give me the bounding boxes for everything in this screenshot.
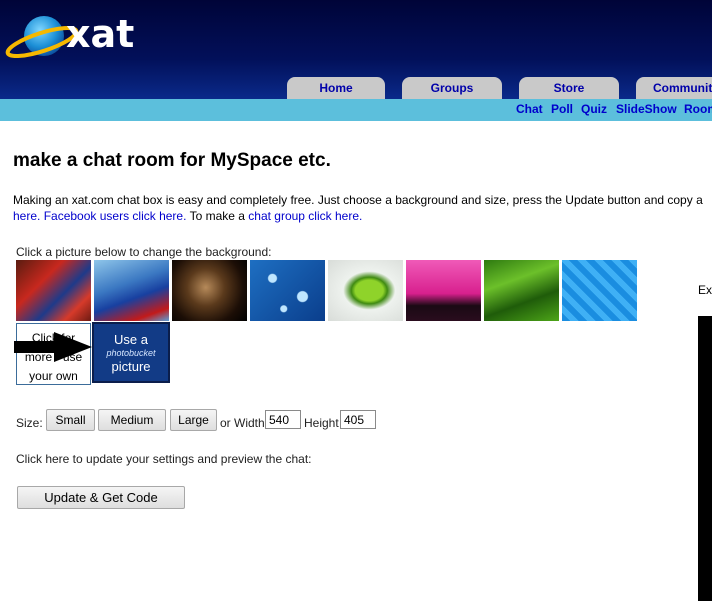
- photobucket-line-1: Use a: [114, 332, 148, 347]
- background-thumbnail-water-drops[interactable]: [250, 260, 325, 321]
- intro-text-2: To make a: [189, 209, 245, 223]
- background-thumbnail-spider-man[interactable]: [16, 260, 91, 321]
- background-prompt: Click a picture below to change the back…: [16, 245, 272, 259]
- background-thumbnail-movie-hero[interactable]: [172, 260, 247, 321]
- logo-text: xat: [66, 12, 135, 56]
- example-label: Ex: [698, 283, 712, 297]
- width-input[interactable]: [265, 410, 301, 429]
- tab-home[interactable]: Home: [287, 77, 385, 99]
- intro-text: Making an xat.com chat box is easy and c…: [13, 192, 712, 224]
- background-thumbnail-green-lime[interactable]: [328, 260, 403, 321]
- photobucket-button[interactable]: Use a photobucket picture: [92, 322, 170, 383]
- tab-community[interactable]: Communit: [636, 77, 712, 99]
- facebook-link[interactable]: Facebook users click here.: [44, 209, 187, 223]
- size-small-button[interactable]: Small: [46, 409, 95, 431]
- size-label: Size:: [16, 416, 43, 430]
- height-input[interactable]: [340, 410, 376, 429]
- tab-groups[interactable]: Groups: [402, 77, 502, 99]
- background-thumbnail-superman[interactable]: [94, 260, 169, 321]
- sub-navigation: Chat Poll Quiz SlideShow Room: [0, 99, 712, 121]
- subnav-room[interactable]: Room: [684, 102, 712, 116]
- tab-store[interactable]: Store: [519, 77, 619, 99]
- background-thumbnail-concert-crowd[interactable]: [406, 260, 481, 321]
- header-banner: xat Home Groups Store Communit: [0, 0, 712, 99]
- or-width-label: or Width: [220, 416, 265, 430]
- page-title: make a chat room for MySpace etc.: [13, 150, 331, 171]
- chat-preview-box: [698, 316, 712, 601]
- intro-line-2: here. Facebook users click here. To make…: [13, 208, 712, 224]
- subnav-slideshow[interactable]: SlideShow: [616, 102, 677, 116]
- here-link[interactable]: here.: [13, 209, 40, 223]
- size-medium-button[interactable]: Medium: [98, 409, 166, 431]
- background-thumbnail-green-grass[interactable]: [484, 260, 559, 321]
- own-button-line-3: your own: [29, 369, 78, 383]
- subnav-poll[interactable]: Poll: [551, 102, 573, 116]
- background-thumbnail-blue-water[interactable]: [562, 260, 637, 321]
- arrow-right-icon: [14, 332, 92, 362]
- photobucket-line-3: picture: [111, 359, 151, 374]
- subnav-quiz[interactable]: Quiz: [581, 102, 607, 116]
- subnav-chat[interactable]: Chat: [516, 102, 543, 116]
- height-label: Height: [304, 416, 339, 430]
- size-large-button[interactable]: Large: [170, 409, 217, 431]
- update-get-code-button[interactable]: Update & Get Code: [17, 486, 185, 509]
- chat-group-link[interactable]: chat group click here.: [248, 209, 362, 223]
- update-prompt: Click here to update your settings and p…: [16, 452, 312, 466]
- photobucket-logo: photobucket: [106, 348, 156, 358]
- intro-line-1: Making an xat.com chat box is easy and c…: [13, 193, 703, 207]
